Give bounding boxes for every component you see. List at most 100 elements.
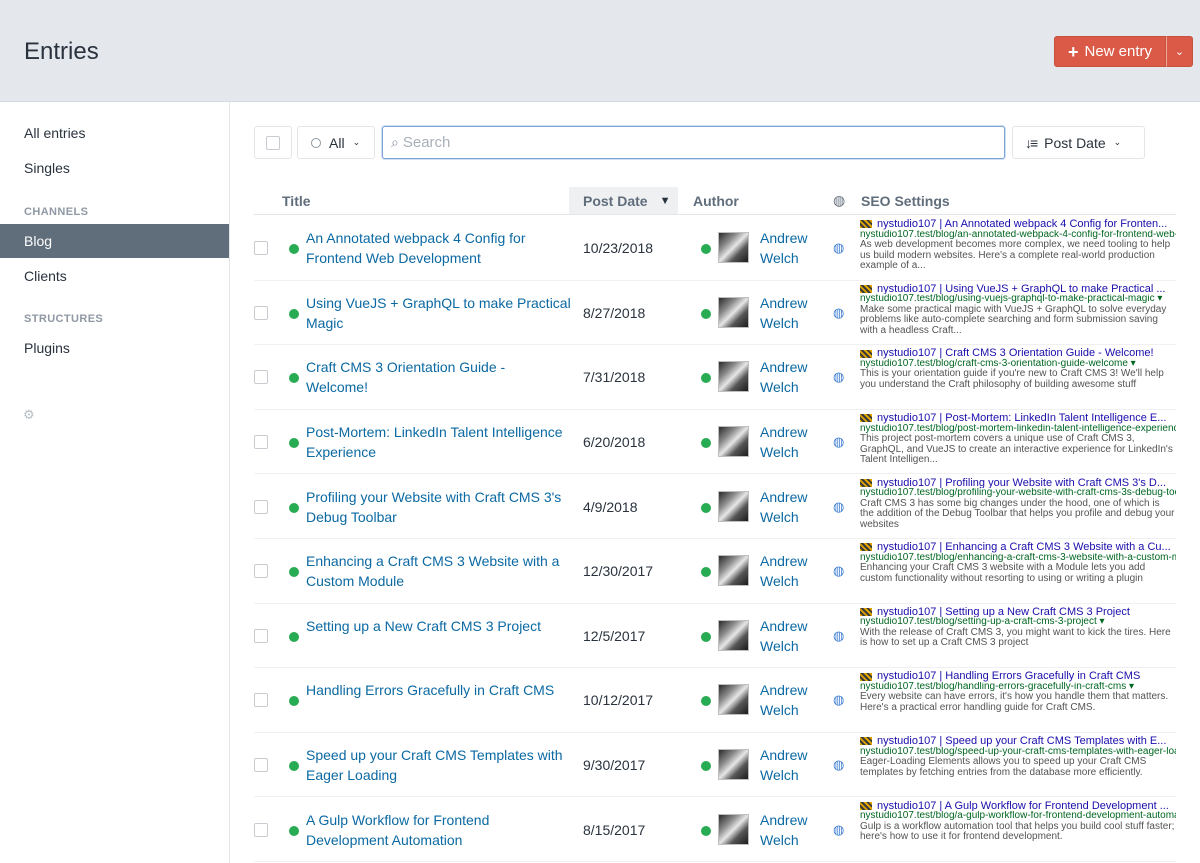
gear-icon[interactable]: ⚙ (23, 407, 35, 423)
table-row[interactable]: Craft CMS 3 Orientation Guide - Welcome!… (254, 345, 1176, 410)
sort-button[interactable]: ↓≡ Post Date ⌄ (1012, 126, 1145, 159)
globe-icon: ◍ (833, 304, 845, 320)
new-entry-menu-button[interactable]: ⌄ (1166, 36, 1193, 67)
seo-preview: nystudio107 | Setting up a New Craft CMS… (860, 607, 1176, 649)
entry-title-link[interactable]: Craft CMS 3 Orientation Guide - Welcome! (306, 357, 571, 397)
globe-icon: ◍ (833, 627, 845, 643)
row-checkbox[interactable] (254, 305, 268, 320)
globe-icon: ◍ (833, 821, 845, 837)
row-checkbox[interactable] (254, 499, 268, 514)
sidebar-item-label: All entries (24, 125, 86, 141)
globe-icon: ◍ (833, 692, 845, 708)
column-header-title[interactable]: Title (282, 187, 562, 214)
author-status-dot (701, 631, 711, 642)
avatar (718, 361, 749, 393)
row-checkbox[interactable] (254, 370, 268, 385)
author-link[interactable]: Andrew Welch (760, 357, 820, 397)
entry-post-date: 12/30/2017 (583, 563, 654, 580)
avatar (718, 232, 749, 264)
author-link[interactable]: Andrew Welch (760, 487, 820, 527)
sidebar-heading-structures: STRUCTURES (24, 313, 104, 325)
table-row[interactable]: Post-Mortem: LinkedIn Talent Intelligenc… (254, 410, 1176, 475)
author-link[interactable]: Andrew Welch (760, 616, 820, 656)
status-enabled-dot (289, 308, 299, 319)
entry-title-link[interactable]: Setting up a New Craft CMS 3 Project (306, 616, 571, 636)
row-checkbox[interactable] (254, 693, 268, 708)
table-row[interactable]: Enhancing a Craft CMS 3 Website with a C… (254, 539, 1176, 604)
entry-post-date: 8/15/2017 (583, 821, 646, 838)
column-header-post-date[interactable]: Post Date ▼ (569, 187, 678, 214)
table-row[interactable]: A Gulp Workflow for Frontend Development… (254, 797, 1176, 862)
author-link[interactable]: Andrew Welch (760, 810, 820, 850)
seo-preview-title: nystudio107 | An Annotated webpack 4 Con… (860, 219, 1176, 230)
table-row[interactable]: Using VueJS + GraphQL to make Practical … (254, 281, 1176, 346)
entry-title-link[interactable]: A Gulp Workflow for Frontend Development… (306, 810, 571, 850)
status-circle-icon (311, 137, 321, 148)
entry-post-date: 4/9/2018 (583, 498, 638, 515)
entry-post-date: 7/31/2018 (583, 369, 646, 386)
seo-preview-title: nystudio107 | Craft CMS 3 Orientation Gu… (860, 348, 1176, 359)
new-entry-button[interactable]: + New entry (1054, 36, 1166, 67)
seo-preview-description: With the release of Craft CMS 3, you mig… (860, 626, 1171, 649)
row-checkbox[interactable] (254, 822, 268, 837)
seo-preview: nystudio107 | Craft CMS 3 Orientation Gu… (860, 348, 1176, 390)
column-header-seo-settings[interactable]: SEO Settings (861, 187, 1061, 214)
author-status-dot (701, 502, 711, 513)
seo-preview-description: Gulp is a workflow automation tool that … (860, 820, 1175, 843)
column-header-author[interactable]: Author (693, 187, 813, 214)
avatar (718, 813, 749, 845)
avatar (718, 490, 749, 522)
sidebar-item-all-entries[interactable]: All entries (0, 116, 229, 150)
sidebar-item-singles[interactable]: Singles (0, 151, 229, 185)
author-status-dot (701, 373, 711, 384)
status-enabled-dot (289, 438, 299, 449)
entry-post-date: 12/5/2017 (583, 627, 646, 644)
column-header-post-date-label: Post Date (583, 192, 648, 209)
author-link[interactable]: Andrew Welch (760, 228, 820, 268)
table-row[interactable]: Profiling your Website with Craft CMS 3'… (254, 474, 1176, 539)
seo-preview-description: Enhancing your Craft CMS 3 website with … (860, 562, 1146, 584)
favicon-icon (860, 220, 872, 229)
entry-post-date: 8/27/2018 (583, 304, 646, 321)
status-enabled-dot (289, 567, 299, 578)
seo-preview-title: nystudio107 | Using VueJS + GraphQL to m… (860, 284, 1176, 294)
entry-title-link[interactable]: Enhancing a Craft CMS 3 Website with a C… (306, 551, 571, 591)
table-row[interactable]: Speed up your Craft CMS Templates with E… (254, 733, 1176, 798)
search-box: ⌕ (382, 126, 1005, 159)
table-row[interactable]: An Annotated webpack 4 Config for Fronte… (254, 216, 1176, 281)
entry-title-link[interactable]: Speed up your Craft CMS Templates with E… (306, 745, 571, 785)
entry-title-link[interactable]: Post-Mortem: LinkedIn Talent Intelligenc… (306, 422, 571, 462)
entry-title-link[interactable]: An Annotated webpack 4 Config for Fronte… (306, 228, 571, 268)
row-checkbox[interactable] (254, 435, 268, 450)
favicon-icon (860, 672, 872, 681)
seo-preview-title: nystudio107 | Post-Mortem: LinkedIn Tale… (860, 413, 1176, 424)
table-row[interactable]: Handling Errors Gracefully in Craft CMS 1… (254, 668, 1176, 733)
row-checkbox[interactable] (254, 241, 268, 256)
entry-title-link[interactable]: Using VueJS + GraphQL to make Practical … (306, 293, 571, 333)
row-checkbox[interactable] (254, 564, 268, 579)
sidebar-item-label: Singles (24, 160, 70, 176)
globe-icon: ◍ (833, 757, 845, 773)
sidebar-item-blog[interactable]: Blog (0, 224, 229, 258)
sidebar-item-clients[interactable]: Clients (0, 259, 229, 293)
author-link[interactable]: Andrew Welch (760, 293, 820, 333)
entry-title-link[interactable]: Handling Errors Gracefully in Craft CMS (306, 680, 571, 700)
author-link[interactable]: Andrew Welch (760, 680, 820, 720)
row-checkbox[interactable] (254, 628, 268, 643)
entry-title-link[interactable]: Profiling your Website with Craft CMS 3'… (306, 487, 571, 527)
avatar (718, 749, 749, 781)
avatar (718, 426, 749, 458)
seo-preview-description: Make some practical magic with VueJS + G… (860, 303, 1167, 336)
table-row[interactable]: Setting up a New Craft CMS 3 Project 12/5… (254, 604, 1176, 669)
author-link[interactable]: Andrew Welch (760, 745, 820, 785)
avatar (718, 684, 749, 716)
status-filter-button[interactable]: All ⌄ (297, 126, 375, 159)
row-checkbox[interactable] (254, 758, 268, 773)
author-link[interactable]: Andrew Welch (760, 551, 820, 591)
select-all-checkbox[interactable] (254, 126, 292, 159)
author-link[interactable]: Andrew Welch (760, 422, 820, 462)
globe-icon: ◍ (833, 498, 845, 514)
status-enabled-dot (289, 761, 299, 772)
search-input[interactable] (402, 134, 963, 151)
sidebar-item-plugins[interactable]: Plugins (0, 331, 229, 365)
